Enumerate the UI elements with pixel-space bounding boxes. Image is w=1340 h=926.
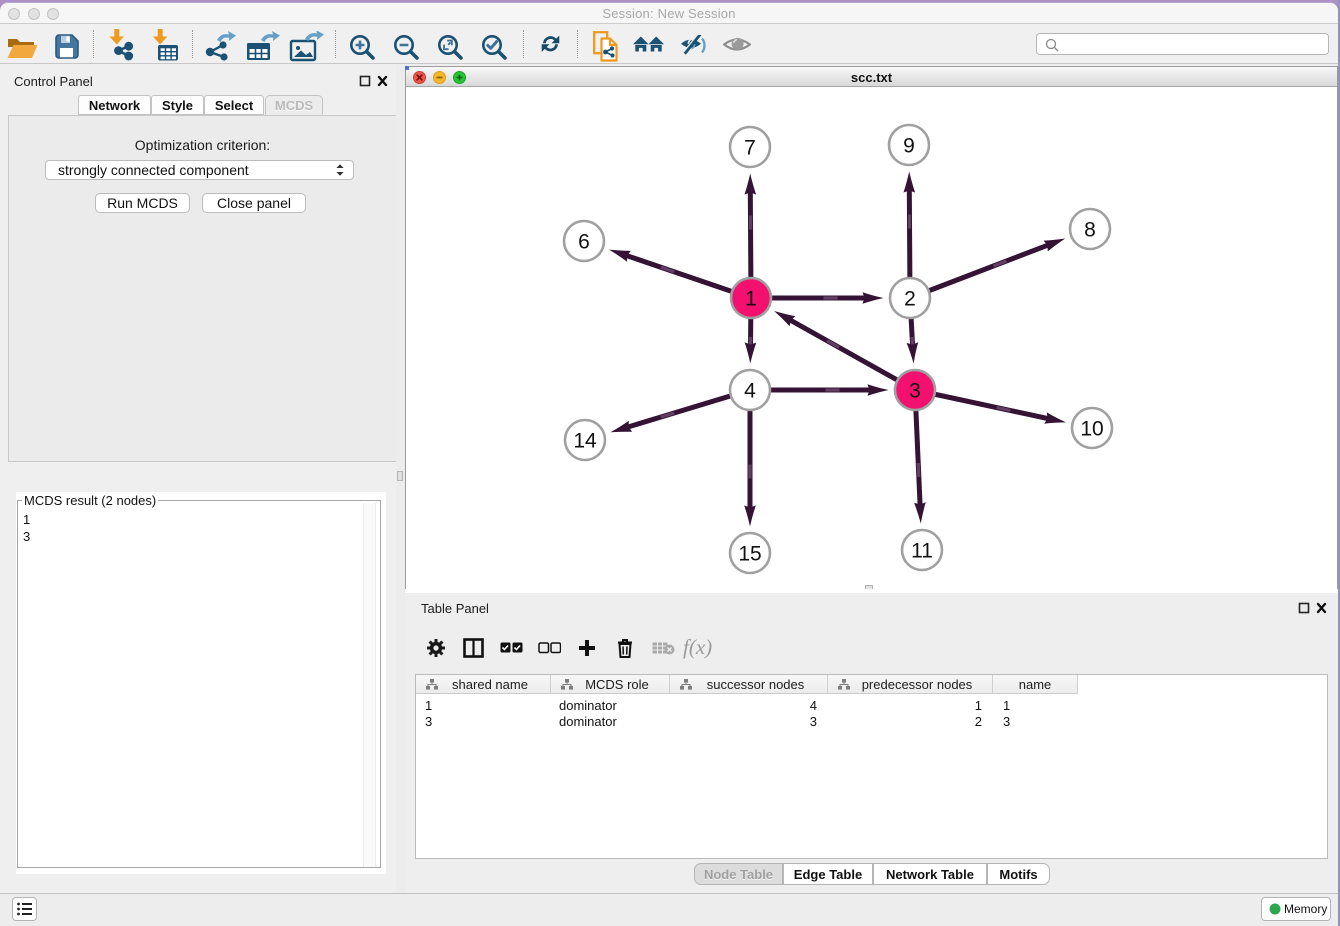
svg-text:8: 8 xyxy=(1084,219,1096,242)
svg-text:4: 4 xyxy=(744,380,756,403)
svg-text:14: 14 xyxy=(573,430,597,453)
svg-text:10: 10 xyxy=(1080,418,1103,441)
svg-text:6: 6 xyxy=(578,231,590,254)
svg-text:15: 15 xyxy=(738,543,761,566)
svg-text:1: 1 xyxy=(745,288,757,311)
svg-text:11: 11 xyxy=(911,540,933,563)
svg-text:7: 7 xyxy=(744,137,756,160)
svg-text:3: 3 xyxy=(909,380,921,403)
svg-text:9: 9 xyxy=(903,135,915,158)
svg-text:2: 2 xyxy=(904,288,916,311)
